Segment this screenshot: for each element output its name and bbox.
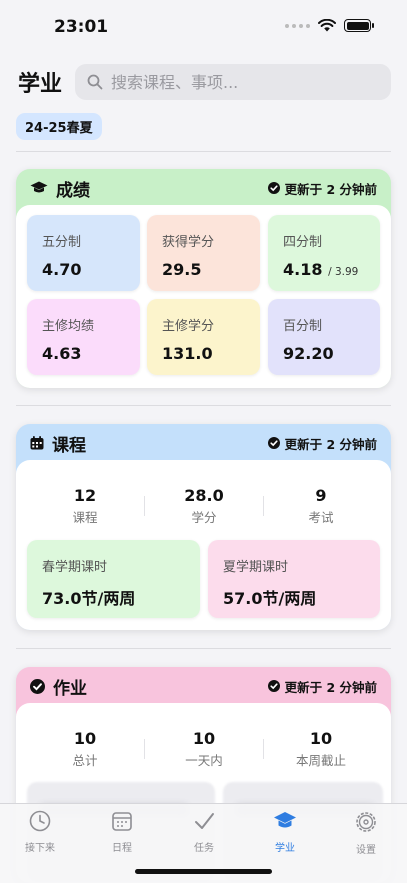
- stat-label: 一天内: [185, 753, 223, 768]
- tile-value: 73.0节/两周: [42, 589, 136, 608]
- stat-value: 12: [73, 486, 97, 505]
- tab-tasks[interactable]: 任务: [164, 810, 244, 854]
- check-circle-icon: [30, 678, 45, 694]
- tab-settings[interactable]: 设置: [326, 810, 406, 856]
- gpa-4-value: 4.18: [283, 260, 323, 279]
- homework-day-stat: 10 一天内: [145, 729, 263, 769]
- wifi-icon: [318, 19, 336, 32]
- stat-value: 10: [309, 729, 333, 748]
- checkmark-icon: [195, 813, 214, 829]
- gpa-4-alt-value: / 3.99: [328, 266, 359, 278]
- term-chip[interactable]: 24-25春夏: [16, 113, 102, 140]
- tile-label: 四分制: [283, 235, 323, 250]
- stat-label: 学分: [191, 510, 217, 525]
- courses-card-header: 课程 更新于 2 分钟前: [16, 424, 391, 462]
- tile-label: 获得学分: [162, 235, 215, 250]
- tile-label: 春学期课时: [42, 560, 108, 575]
- calendar-icon: [30, 436, 44, 450]
- tile-value: 29.5: [162, 260, 202, 279]
- graduation-cap-icon: [274, 812, 296, 828]
- divider: [16, 648, 391, 649]
- tab-label: 设置: [356, 845, 376, 856]
- page-title: 学业: [18, 72, 63, 97]
- tile-label: 夏学期课时: [223, 560, 289, 575]
- tile-value: 4.63: [42, 344, 82, 363]
- home-indicator: [135, 869, 272, 874]
- tile-label: 主修均绩: [42, 319, 95, 334]
- summer-hours-tile[interactable]: 夏学期课时 57.0节/两周: [208, 540, 380, 618]
- credits-earned-tile[interactable]: 获得学分 29.5: [147, 215, 260, 291]
- major-gpa-tile[interactable]: 主修均绩 4.63: [27, 299, 140, 375]
- exam-count-stat: 9 考试: [262, 486, 380, 526]
- tile-label: 五分制: [42, 235, 82, 250]
- percentage-score-tile[interactable]: 百分制 92.20: [268, 299, 380, 375]
- search-bar[interactable]: [75, 64, 391, 100]
- tile-value: 4.70: [42, 260, 82, 279]
- graduation-cap-icon: [30, 181, 48, 193]
- homework-updated-text: 更新于 2 分钟前: [284, 679, 377, 695]
- tab-label: 学业: [275, 843, 295, 854]
- credit-count-stat: 28.0 学分: [145, 486, 263, 526]
- homework-total-stat: 10 总计: [26, 729, 144, 769]
- tab-label: 接下来: [25, 843, 55, 854]
- tile-value: 131.0: [162, 344, 213, 363]
- divider: [16, 151, 391, 152]
- stat-label: 本周截止: [295, 753, 346, 768]
- status-icons: [285, 19, 374, 32]
- courses-card[interactable]: 课程 更新于 2 分钟前 12 课程 28.0 学分 9 考试 春学期课时 73…: [16, 424, 391, 630]
- check-circle-icon: [267, 680, 280, 692]
- grades-card-body: 五分制 4.70 获得学分 29.5 四分制 4.18 / 3.99 主修均绩 …: [16, 205, 391, 388]
- course-count-stat: 12 课程: [26, 486, 144, 526]
- major-credits-tile[interactable]: 主修学分 131.0: [147, 299, 260, 375]
- homework-card-header: 作业 更新于 2 分钟前: [16, 667, 391, 705]
- status-time: 23:01: [54, 17, 109, 37]
- stat-value: 10: [73, 729, 97, 748]
- gpa-4-tile[interactable]: 四分制 4.18 / 3.99: [268, 215, 380, 291]
- grades-updated-text: 更新于 2 分钟前: [284, 181, 377, 197]
- tile-value: 4.18 / 3.99: [283, 260, 380, 279]
- tab-label: 日程: [112, 843, 132, 854]
- check-circle-icon: [267, 437, 280, 449]
- stat-value: 9: [315, 486, 327, 505]
- homework-update-status: 更新于 2 分钟前: [267, 677, 377, 696]
- homework-title: 作业: [53, 678, 87, 699]
- spring-hours-tile[interactable]: 春学期课时 73.0节/两周: [27, 540, 200, 618]
- tile-value: 57.0节/两周: [223, 589, 317, 608]
- tile-value: 92.20: [283, 344, 334, 363]
- grades-update-status: 更新于 2 分钟前: [267, 179, 377, 198]
- tab-label: 任务: [194, 843, 214, 854]
- signal-icon: [285, 23, 310, 28]
- gear-icon: [356, 812, 376, 832]
- tab-schedule[interactable]: 日程: [82, 810, 162, 854]
- stat-value: 28.0: [184, 486, 224, 505]
- tab-academics[interactable]: 学业: [245, 810, 325, 854]
- battery-icon: [344, 19, 374, 32]
- search-icon: [87, 74, 103, 90]
- stat-label: 课程: [72, 510, 98, 525]
- clock-icon: [29, 810, 51, 832]
- check-circle-icon: [267, 182, 280, 194]
- courses-card-body: 12 课程 28.0 学分 9 考试 春学期课时 73.0节/两周 夏学期课时 …: [16, 460, 391, 630]
- calendar-icon: [112, 812, 132, 831]
- stat-label: 总计: [72, 753, 98, 768]
- status-bar: 23:01: [0, 0, 407, 56]
- homework-week-stat: 10 本周截止: [262, 729, 380, 769]
- gpa-5-tile[interactable]: 五分制 4.70: [27, 215, 140, 291]
- stat-value: 10: [192, 729, 216, 748]
- tile-label: 百分制: [283, 319, 323, 334]
- divider: [16, 405, 391, 406]
- grades-title: 成绩: [56, 180, 90, 201]
- stat-label: 考试: [308, 510, 334, 525]
- search-input[interactable]: [111, 72, 371, 92]
- courses-updated-text: 更新于 2 分钟前: [284, 436, 377, 452]
- grades-card[interactable]: 成绩 更新于 2 分钟前 五分制 4.70 获得学分 29.5 四分制 4.18…: [16, 169, 391, 388]
- grades-card-header: 成绩 更新于 2 分钟前: [16, 169, 391, 207]
- courses-title: 课程: [52, 435, 86, 456]
- tile-label: 主修学分: [162, 319, 215, 334]
- courses-update-status: 更新于 2 分钟前: [267, 434, 377, 453]
- tab-upcoming[interactable]: 接下来: [0, 810, 80, 854]
